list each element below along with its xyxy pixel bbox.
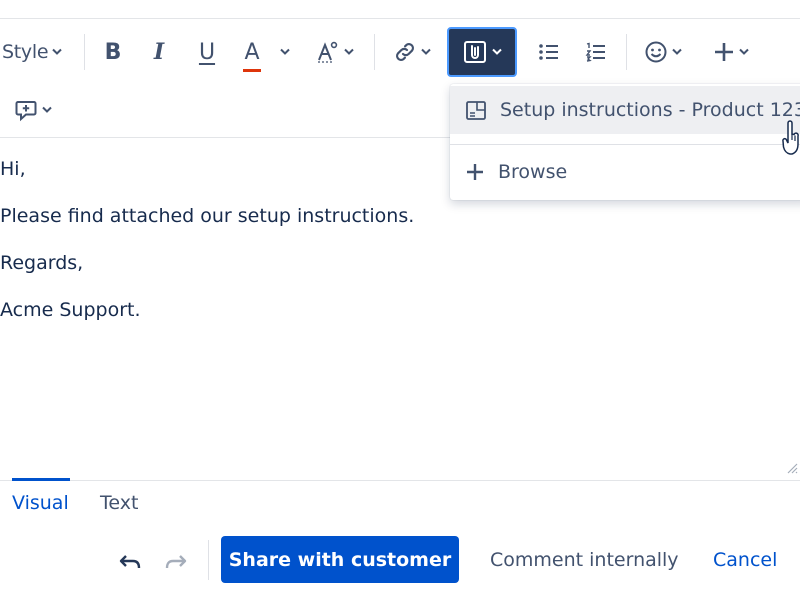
resize-handle-icon[interactable] bbox=[784, 460, 798, 474]
editor-line: Please find attached our setup instructi… bbox=[0, 205, 415, 227]
editor-line: Acme Support. bbox=[0, 299, 141, 321]
cancel-button[interactable]: Cancel bbox=[713, 549, 777, 571]
toolbar-divider bbox=[84, 34, 85, 70]
underline-icon: U bbox=[198, 39, 216, 65]
insert-button[interactable] bbox=[708, 28, 754, 76]
text-color-button[interactable]: A bbox=[238, 28, 300, 76]
top-divider bbox=[0, 18, 800, 19]
tab-text[interactable]: Text bbox=[100, 492, 138, 514]
italic-icon: I bbox=[153, 39, 165, 65]
redo-button[interactable] bbox=[162, 548, 190, 576]
dropdown-divider bbox=[450, 144, 800, 145]
chevron-down-icon bbox=[421, 48, 431, 55]
bullet-list-icon bbox=[539, 44, 558, 60]
numbered-list-button[interactable] bbox=[583, 28, 609, 76]
active-tab-indicator bbox=[12, 478, 70, 481]
dropdown-item-label: Browse bbox=[498, 161, 568, 183]
plus-icon bbox=[715, 43, 733, 61]
link-button[interactable] bbox=[388, 28, 436, 76]
underline-button[interactable]: U bbox=[192, 28, 222, 76]
undo-icon bbox=[119, 555, 141, 569]
toolbar-divider bbox=[374, 34, 375, 70]
comment-add-icon bbox=[15, 101, 37, 122]
text-color-bar bbox=[243, 68, 261, 72]
undo-button[interactable] bbox=[116, 548, 144, 576]
numbered-list-icon bbox=[585, 42, 605, 62]
chevron-down-icon bbox=[672, 48, 682, 55]
chevron-down-icon bbox=[344, 48, 354, 55]
tabs-divider bbox=[0, 480, 800, 481]
dropdown-item-label: Setup instructions - Product 123 bbox=[500, 99, 800, 121]
chevron-down-icon bbox=[52, 48, 62, 55]
share-with-customer-button[interactable]: Share with customer bbox=[221, 536, 459, 583]
attachment-dropdown: Setup instructions - Product 123 Browse bbox=[450, 84, 800, 200]
style-label: Style bbox=[2, 41, 49, 63]
dropdown-item-setup-instructions[interactable]: Setup instructions - Product 123 bbox=[450, 86, 800, 134]
attachment-icon bbox=[464, 41, 486, 63]
hand-cursor-icon bbox=[782, 120, 799, 155]
italic-button[interactable]: I bbox=[144, 28, 174, 76]
attachment-button[interactable] bbox=[447, 27, 517, 77]
comment-editor: Style B I U A Hi, Please find attached o… bbox=[0, 0, 800, 600]
bold-button[interactable]: B bbox=[98, 28, 128, 76]
bold-icon: B bbox=[104, 39, 122, 65]
dropdown-item-browse[interactable]: Browse bbox=[450, 150, 800, 194]
text-style-icon bbox=[318, 41, 338, 63]
tab-visual[interactable]: Visual bbox=[12, 492, 69, 514]
text-color-icon-wrap: A bbox=[238, 39, 266, 72]
chevron-down-icon bbox=[739, 48, 749, 55]
bullet-list-button[interactable] bbox=[536, 28, 562, 76]
chevron-down-icon bbox=[280, 48, 290, 55]
editor-line: Regards, bbox=[0, 252, 84, 274]
canned-response-button[interactable] bbox=[14, 92, 52, 128]
editor-line: Hi, bbox=[0, 158, 26, 180]
emoji-button[interactable] bbox=[640, 28, 686, 76]
style-dropdown[interactable]: Style bbox=[0, 28, 72, 76]
comment-internally-button[interactable]: Comment internally bbox=[490, 549, 679, 571]
link-icon bbox=[396, 43, 414, 61]
plus-icon bbox=[467, 164, 483, 180]
text-color-icon: A bbox=[244, 39, 260, 65]
redo-icon bbox=[165, 555, 187, 569]
document-icon bbox=[466, 101, 486, 120]
emoji-icon bbox=[645, 41, 667, 63]
chevron-down-icon bbox=[42, 106, 52, 113]
chevron-down-icon bbox=[492, 48, 502, 55]
footer-divider bbox=[208, 540, 209, 580]
toolbar-divider bbox=[626, 34, 627, 70]
more-formatting-button[interactable] bbox=[312, 28, 358, 76]
